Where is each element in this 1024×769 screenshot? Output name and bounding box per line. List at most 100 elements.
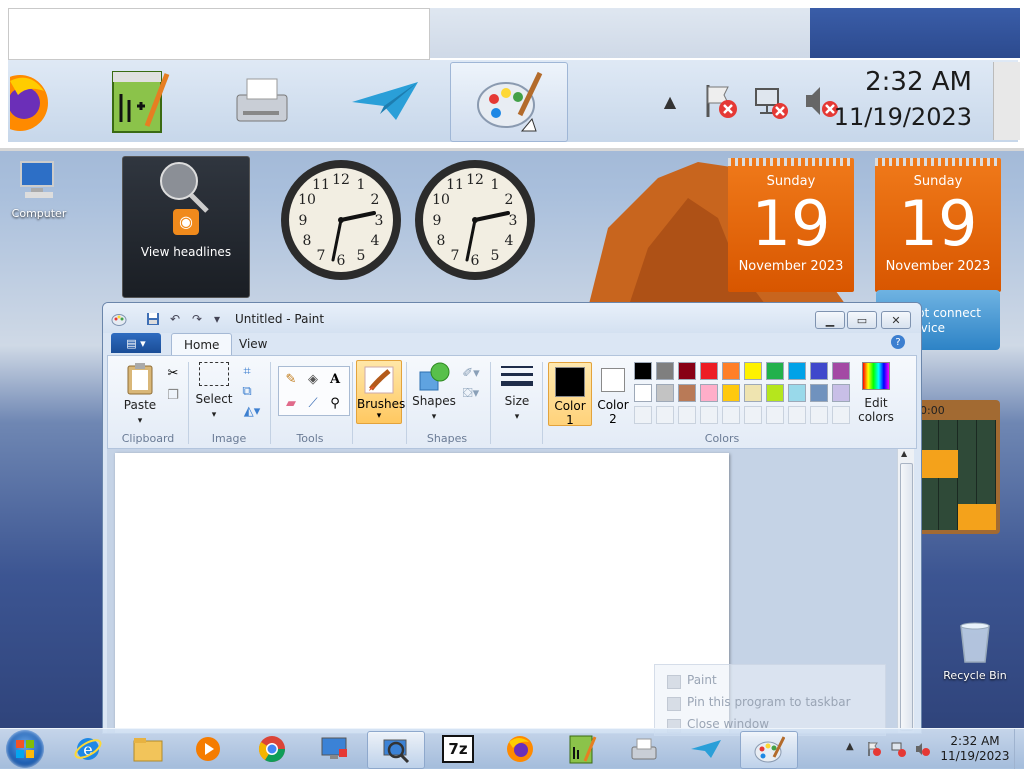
clock-gadget-2[interactable]: 12 1 2 3 4 5 6 7 8 9 10 11 bbox=[412, 157, 538, 283]
palette-swatch[interactable] bbox=[766, 362, 784, 380]
vertical-scrollbar[interactable]: ▲ bbox=[897, 449, 914, 733]
magnifier-tool[interactable]: ⚲ bbox=[324, 392, 346, 414]
network-tray[interactable] bbox=[890, 741, 906, 757]
tab-view[interactable]: View bbox=[227, 333, 279, 355]
palette-swatch-empty[interactable] bbox=[634, 406, 652, 424]
palette-swatch-empty[interactable] bbox=[656, 406, 674, 424]
minimize-button[interactable]: ▁ bbox=[815, 311, 845, 329]
shapes-button[interactable]: Shapes ▾ bbox=[412, 362, 456, 422]
clock-gadget-1[interactable]: 12 1 2 3 4 5 6 7 8 9 10 11 bbox=[278, 157, 404, 283]
paint-titlebar[interactable]: ↶ ↷ ▾ Untitled - Paint ▁ ▭ ✕ bbox=[103, 303, 921, 333]
mag-action-center[interactable] bbox=[696, 62, 744, 140]
palette-swatch[interactable] bbox=[744, 362, 762, 380]
start-button[interactable] bbox=[6, 730, 44, 768]
palette-swatch[interactable] bbox=[656, 384, 674, 402]
desktop-icon-recycle-bin[interactable]: Recycle Bin bbox=[938, 618, 1012, 682]
palette-swatch[interactable] bbox=[634, 384, 652, 402]
palette-swatch[interactable] bbox=[832, 362, 850, 380]
customize-quick-access-button[interactable]: ▾ bbox=[209, 311, 225, 327]
palette-swatch-empty[interactable] bbox=[766, 406, 784, 424]
edit-colors-button[interactable]: Edit colors bbox=[856, 362, 896, 424]
palette-swatch-empty[interactable] bbox=[810, 406, 828, 424]
color1-button[interactable]: Color 1 bbox=[548, 362, 592, 427]
undo-button[interactable]: ↶ bbox=[167, 311, 183, 327]
scrollbar-thumb[interactable] bbox=[900, 463, 913, 731]
taskbar-firefox[interactable] bbox=[492, 731, 548, 767]
fill-tool[interactable]: ◈ bbox=[302, 368, 324, 390]
taskbar-7zip[interactable]: 7z bbox=[430, 731, 486, 767]
taskbar-fax[interactable] bbox=[616, 731, 672, 767]
action-center-tray[interactable] bbox=[866, 741, 882, 757]
taskbar-chrome[interactable] bbox=[244, 731, 300, 767]
palette-swatch[interactable] bbox=[656, 362, 674, 380]
color2-button[interactable]: Color 2 bbox=[592, 362, 634, 426]
jumplist-item-pin[interactable]: Pin this program to taskbar bbox=[687, 693, 851, 711]
copy-button[interactable]: ❐ bbox=[162, 384, 184, 406]
mag-show-hidden-icons[interactable]: ▲ bbox=[652, 62, 688, 140]
text-tool[interactable]: A bbox=[324, 368, 346, 390]
palette-swatch[interactable] bbox=[766, 384, 784, 402]
show-hidden-icons-button[interactable]: ▲ bbox=[846, 741, 862, 757]
taskbar-telegram[interactable] bbox=[678, 731, 734, 767]
pencil-tool[interactable]: ✎ bbox=[280, 368, 302, 390]
paste-button[interactable]: Paste ▾ bbox=[116, 362, 164, 426]
volume-tray[interactable] bbox=[914, 741, 930, 757]
palette-swatch[interactable] bbox=[700, 384, 718, 402]
jumplist-item-paint[interactable]: Paint bbox=[687, 671, 717, 689]
desktop-icon-computer[interactable]: Computer bbox=[2, 160, 76, 220]
palette-swatch[interactable] bbox=[678, 384, 696, 402]
fill-button[interactable]: ⛋▾ bbox=[456, 382, 486, 404]
size-button[interactable]: Size ▾ bbox=[498, 362, 536, 422]
rotate-button[interactable]: ◭▾ bbox=[236, 400, 268, 422]
redo-button[interactable]: ↷ bbox=[189, 311, 205, 327]
palette-swatch[interactable] bbox=[832, 384, 850, 402]
palette-swatch[interactable] bbox=[678, 362, 696, 380]
brushes-button[interactable]: Brushes ▾ bbox=[356, 360, 405, 424]
taskbar-clock[interactable]: 2:32 AM 11/19/2023 bbox=[940, 734, 1010, 764]
palette-swatch[interactable] bbox=[722, 384, 740, 402]
crop-button[interactable]: ⌗ bbox=[236, 360, 258, 382]
palette-swatch[interactable] bbox=[700, 362, 718, 380]
palette-swatch-empty[interactable] bbox=[700, 406, 718, 424]
palette-swatch-empty[interactable] bbox=[722, 406, 740, 424]
maximize-button[interactable]: ▭ bbox=[847, 311, 877, 329]
taskbar-paint[interactable] bbox=[740, 731, 798, 769]
resize-button[interactable]: ⧉ bbox=[236, 380, 258, 402]
help-button[interactable]: ? bbox=[891, 335, 905, 349]
palette-swatch[interactable] bbox=[722, 362, 740, 380]
taskbar-remote-desktop[interactable] bbox=[306, 731, 362, 767]
palette-swatch-empty[interactable] bbox=[788, 406, 806, 424]
palette-swatch-empty[interactable] bbox=[678, 406, 696, 424]
cut-button[interactable]: ✂ bbox=[162, 362, 184, 384]
calendar-gadget-2[interactable]: Sunday 19 November 2023 bbox=[875, 158, 1001, 292]
palette-swatch-empty[interactable] bbox=[744, 406, 762, 424]
taskbar-explorer[interactable] bbox=[120, 731, 176, 767]
mag-firefox-button[interactable] bbox=[8, 62, 58, 140]
palette-swatch[interactable] bbox=[744, 384, 762, 402]
picture-puzzle-gadget[interactable]: 0:00 bbox=[918, 400, 1000, 534]
color-picker-tool[interactable]: ⟋ bbox=[302, 392, 324, 414]
show-desktop-button[interactable] bbox=[1014, 729, 1024, 769]
eraser-tool[interactable]: ▰ bbox=[280, 392, 302, 414]
outline-button[interactable]: ✐▾ bbox=[456, 362, 486, 384]
palette-swatch[interactable] bbox=[634, 362, 652, 380]
palette-swatch-empty[interactable] bbox=[832, 406, 850, 424]
calendar-gadget-1[interactable]: Sunday 19 November 2023 bbox=[728, 158, 854, 292]
paint-menu-button[interactable]: ▤ ▾ bbox=[111, 333, 161, 353]
select-button[interactable]: Select ▾ bbox=[194, 362, 234, 420]
close-button[interactable]: ✕ bbox=[881, 311, 911, 329]
mag-telegram-button[interactable] bbox=[330, 62, 440, 140]
mag-network[interactable] bbox=[746, 62, 794, 140]
taskbar-ie[interactable]: e bbox=[60, 731, 116, 767]
mag-scrollbar[interactable] bbox=[993, 62, 1020, 140]
mag-fax-button[interactable] bbox=[206, 62, 316, 140]
taskbar-media-player[interactable] bbox=[180, 731, 236, 767]
save-button[interactable] bbox=[145, 311, 161, 327]
scroll-up-icon[interactable]: ▲ bbox=[901, 449, 907, 458]
mag-notepadpp-button[interactable] bbox=[84, 62, 194, 140]
drawing-canvas[interactable] bbox=[115, 453, 729, 733]
palette-swatch[interactable] bbox=[788, 384, 806, 402]
mag-paint-button[interactable] bbox=[450, 62, 568, 142]
feed-headlines-gadget[interactable]: ◉ View headlines bbox=[122, 156, 250, 298]
paint-app-icon[interactable] bbox=[111, 311, 127, 327]
